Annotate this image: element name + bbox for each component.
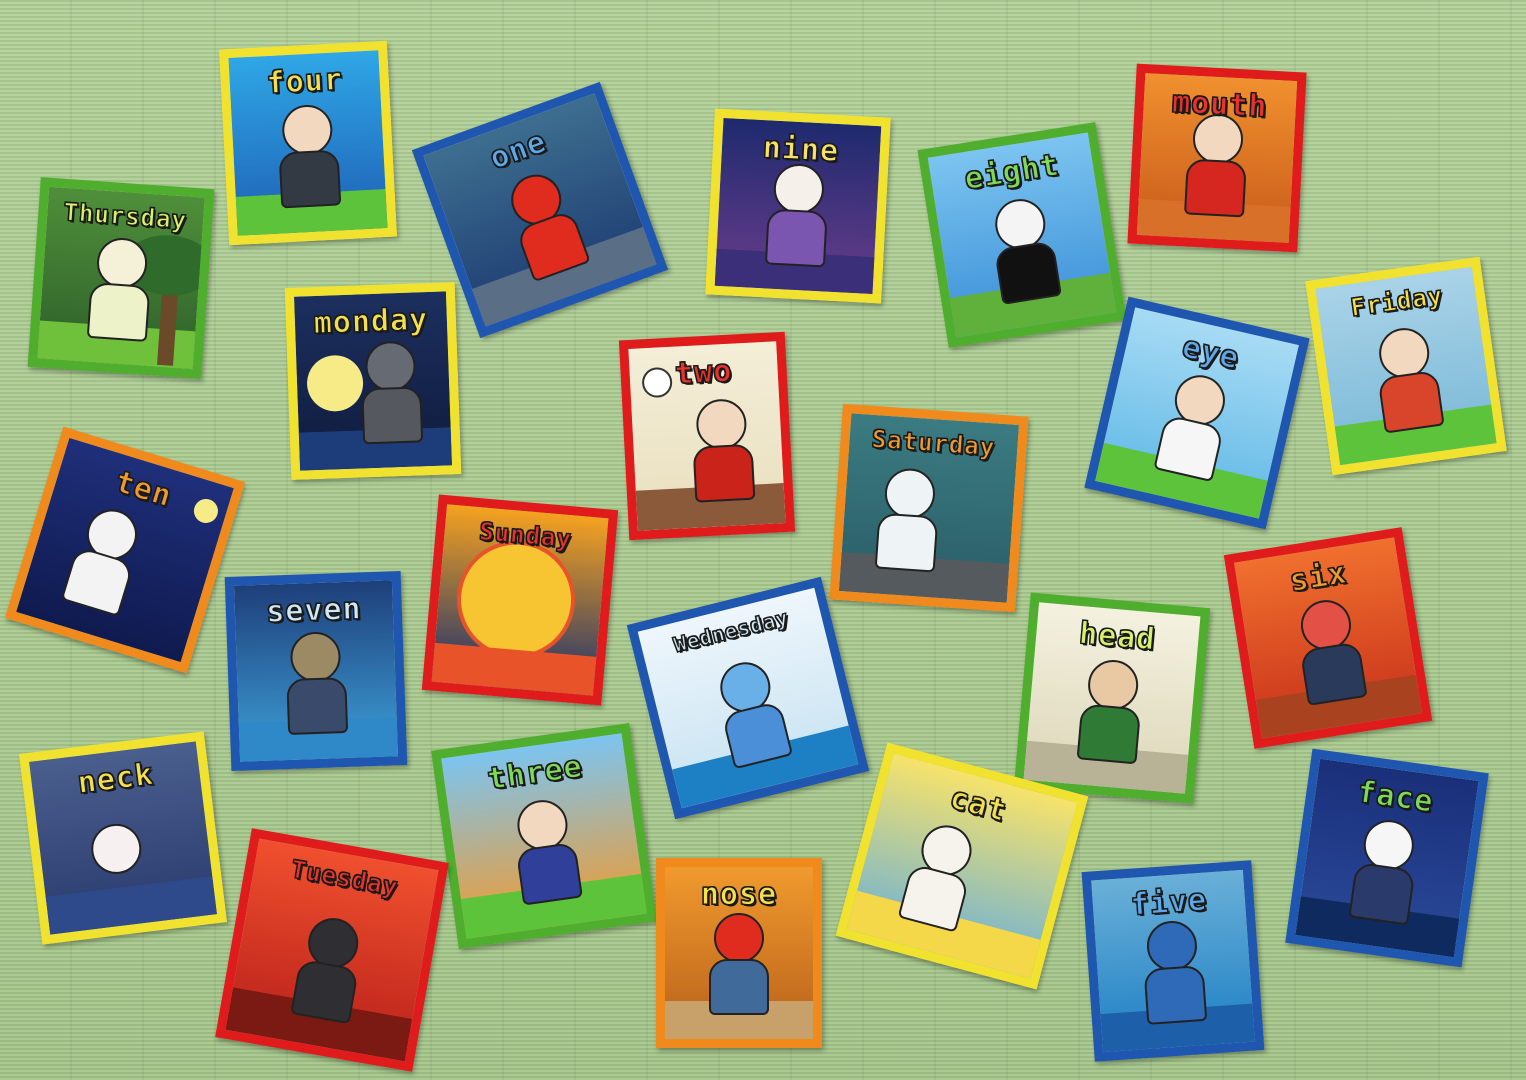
- card-mouth[interactable]: mouth: [1127, 63, 1307, 253]
- card-neck[interactable]: neck: [18, 731, 228, 945]
- card-face[interactable]: face: [1285, 748, 1489, 968]
- card-label: monday: [313, 302, 430, 342]
- character-icon: [360, 340, 424, 445]
- character-icon: [276, 103, 342, 209]
- character-icon: [1076, 658, 1146, 765]
- character-icon: [764, 163, 830, 268]
- character-icon: [709, 912, 769, 1015]
- card-nine[interactable]: nine: [705, 108, 891, 304]
- card-wednesday[interactable]: Wednesday: [626, 576, 870, 820]
- card-three[interactable]: three: [431, 723, 657, 949]
- card-monday[interactable]: monday: [284, 282, 462, 480]
- card-saturday[interactable]: Saturday: [829, 403, 1029, 613]
- character-icon: [87, 820, 144, 877]
- card-six[interactable]: six: [1223, 527, 1433, 749]
- card-seven[interactable]: seven: [224, 570, 408, 772]
- card-head[interactable]: head: [1013, 592, 1211, 804]
- card-friday[interactable]: Friday: [1305, 256, 1507, 476]
- card-label: seven: [265, 591, 363, 630]
- character-icon: [1183, 113, 1249, 218]
- ghost-icon: [874, 467, 941, 573]
- card-two[interactable]: two: [618, 331, 796, 541]
- card-ten[interactable]: ten: [4, 426, 246, 674]
- card-four[interactable]: four: [218, 40, 398, 246]
- card-eight[interactable]: eight: [917, 122, 1127, 348]
- card-tuesday[interactable]: Tuesday: [215, 828, 449, 1072]
- character-icon: [86, 236, 154, 342]
- card-sunday[interactable]: Sunday: [421, 494, 619, 706]
- card-label: nose: [700, 877, 778, 913]
- dragon-icon: [1140, 919, 1208, 1025]
- card-five[interactable]: five: [1081, 860, 1265, 1062]
- character-icon: [285, 631, 349, 736]
- card-nose[interactable]: nose: [656, 858, 822, 1048]
- card-thursday[interactable]: Thursday: [27, 177, 215, 379]
- character-icon: [690, 397, 756, 503]
- card-eye[interactable]: eye: [1084, 296, 1310, 530]
